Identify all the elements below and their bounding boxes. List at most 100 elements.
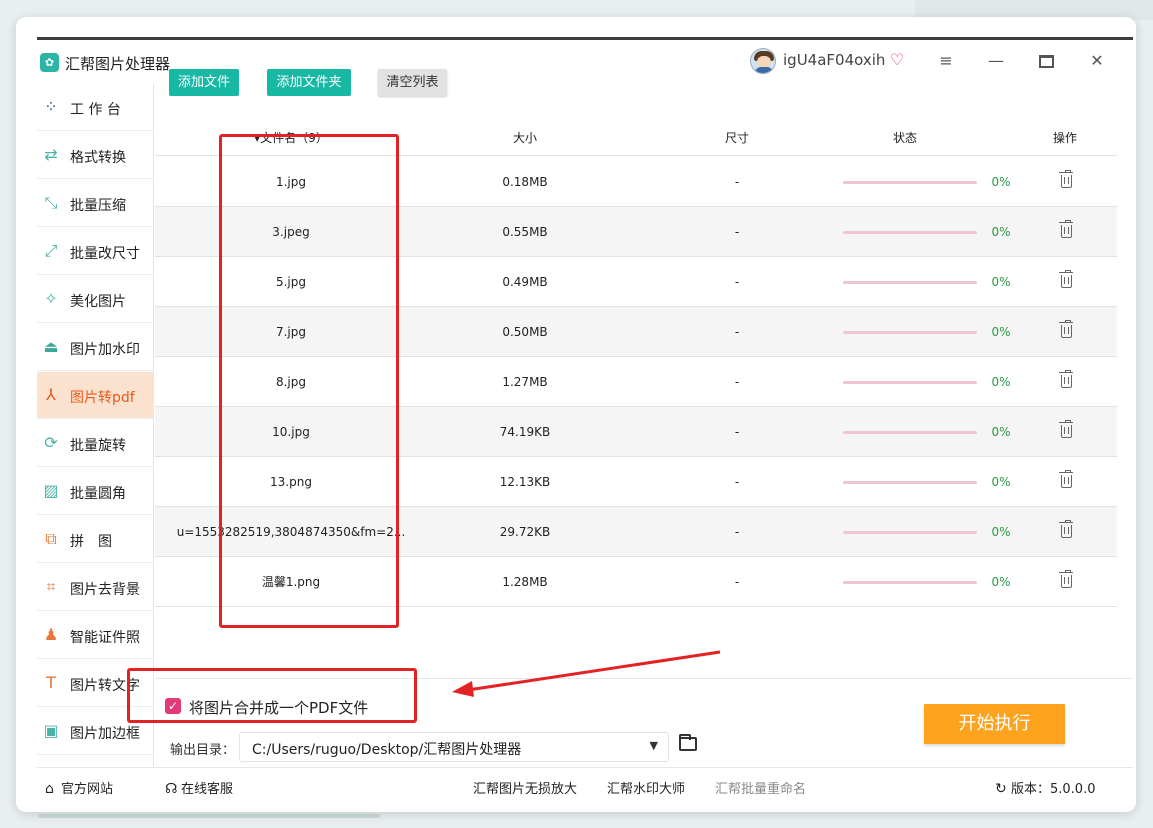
delete-button[interactable] [1051,407,1081,457]
product-link-watermark[interactable]: 汇帮水印大师 [607,778,685,797]
table-row[interactable]: 8.jpg 1.27MB - 0% [155,357,1117,407]
sidebar-item-8[interactable]: ⟳ 批量旋转 [37,420,154,467]
file-name: 5.jpg [275,275,307,289]
beautify-icon: ✧ [44,289,58,308]
header-size[interactable]: 大小 [463,106,587,156]
file-size: 0.55MB [502,225,548,239]
sidebar-item-label: 批量旋转 [70,438,126,454]
sidebar-item-4[interactable]: ⤢ 批量改尺寸 [37,228,154,275]
sidebar-item-1[interactable]: ⁘ 工 作 台 [37,84,154,131]
add-folder-button[interactable]: 添加文件夹 [267,69,351,96]
app-title: 汇帮图片处理器 [65,55,171,73]
minimize-icon[interactable]: — [984,50,1008,72]
delete-button[interactable] [1051,307,1081,357]
file-size: 0.18MB [502,175,548,189]
file-name: 温馨1.png [261,575,321,589]
table-row[interactable]: 温馨1.png 1.28MB - 0% [155,557,1117,607]
table-row[interactable]: u=1553282519,3804874350&fm=2... 29.72KB - 0… [155,507,1117,557]
delete-button[interactable] [1051,357,1081,407]
file-dimension: - [734,525,740,539]
version-info[interactable]: ↻ 版本：5.0.0.0 [995,778,1095,797]
delete-button[interactable] [1051,507,1081,557]
sidebar-item-3[interactable]: ⤡ 批量压缩 [37,180,154,227]
close-icon[interactable]: ✕ [1085,50,1109,72]
file-dimension: - [734,175,740,189]
add-file-button[interactable]: 添加文件 [169,69,239,96]
sidebar-item-14[interactable]: ▣ 图片加边框 [37,708,154,755]
file-name: 10.jpg [272,425,310,439]
table-row[interactable]: 1.jpg 0.18MB - 0% [155,157,1117,207]
progress-percent: 0% [991,225,1011,239]
app-window: ✿ 汇帮图片处理器 igU4aF04oxih ♡ ≡ — ✕ ⁘ 工 作 台 ⇄ 格式… [16,17,1136,812]
progress-percent: 0% [991,275,1011,289]
progress-percent: 0% [991,425,1011,439]
trash-icon [1058,219,1073,238]
delete-button[interactable] [1051,207,1081,257]
delete-button[interactable] [1051,557,1081,607]
file-dimension: - [734,225,740,239]
progress-percent: 0% [991,475,1011,489]
sidebar-item-2[interactable]: ⇄ 格式转换 [37,132,154,179]
sidebar-item-5[interactable]: ✧ 美化图片 [37,276,154,323]
header-filename[interactable]: ▾文件名（9） [165,106,417,156]
file-name: u=1553282519,3804874350&fm=2... [176,525,406,539]
progress-percent: 0% [991,575,1011,589]
trash-icon [1058,569,1073,588]
file-size: 74.19KB [499,425,551,439]
sidebar-item-13[interactable]: T 图片转文字 [37,660,154,707]
format-convert-icon: ⇄ [44,145,58,164]
sidebar-item-label: 拼 图 [70,534,112,550]
sidebar-item-label: 图片转pdf [70,390,135,406]
output-dir-select[interactable]: C:/Users/ruguo/Desktop/汇帮图片处理器 ▼ [239,732,669,762]
official-site-link[interactable]: ⌂ 官方网站 [45,778,113,797]
product-link-rename[interactable]: 汇帮批量重命名 [715,778,806,797]
file-size: 1.27MB [502,375,548,389]
online-service-label: 在线客服 [181,782,234,797]
crop-icon: ⌗ [46,577,56,596]
header-dimension[interactable]: 尺寸 [675,106,799,156]
vip-heart-icon[interactable]: ♡ [890,51,908,69]
sidebar-item-label: 批量圆角 [70,486,126,502]
online-service-link[interactable]: ☊ 在线客服 [165,778,233,797]
trash-icon [1058,319,1073,338]
table-row[interactable]: 5.jpg 0.49MB - 0% [155,257,1117,307]
file-name: 7.jpg [275,325,307,339]
footer: ⌂ 官方网站 ☊ 在线客服 汇帮图片无损放大 汇帮水印大师 汇帮批量重命名 ↻ 版本：… [37,767,1133,801]
file-name: 1.jpg [275,175,307,189]
avatar[interactable] [750,48,776,74]
table-row[interactable]: 13.png 12.13KB - 0% [155,457,1117,507]
menu-icon[interactable]: ≡ [934,50,958,72]
delete-button[interactable] [1051,157,1081,207]
product-link-upscale[interactable]: 汇帮图片无损放大 [473,778,577,797]
sidebar-item-7[interactable]: ⅄ 图片转pdf [37,372,154,419]
delete-button[interactable] [1051,257,1081,307]
file-size: 29.72KB [499,525,551,539]
table-header: ▾文件名（9） 大小 尺寸 状态 操作 [155,106,1117,156]
clear-list-button[interactable]: 清空列表 [378,69,447,96]
sidebar-item-10[interactable]: ⧉ 拼 图 [37,516,154,563]
sidebar-item-9[interactable]: ▨ 批量圆角 [37,468,154,515]
sidebar-item-12[interactable]: ♟ 智能证件照 [37,612,154,659]
username[interactable]: igU4aF04oxih [783,51,885,69]
sidebar-item-label: 格式转换 [70,150,126,166]
progress-bar [843,581,977,584]
merge-pdf-label[interactable]: 将图片合并成一个PDF文件 [189,697,368,718]
start-button[interactable]: 开始执行 [924,704,1065,744]
background-decoration [38,814,380,818]
maximize-icon[interactable] [1034,50,1058,72]
sidebar-item-6[interactable]: ⏏ 图片加水印 [37,324,154,371]
table-row[interactable]: 3.jpeg 0.55MB - 0% [155,207,1117,257]
rounded-corner-icon: ▨ [43,481,59,500]
table-row[interactable]: 7.jpg 0.50MB - 0% [155,307,1117,357]
merge-pdf-checkbox[interactable]: ✓ [165,698,181,714]
open-folder-icon[interactable] [679,734,697,751]
delete-button[interactable] [1051,457,1081,507]
trash-icon [1058,169,1073,188]
home-icon: ⌂ [45,781,54,797]
progress-percent: 0% [991,325,1011,339]
version-label: 版本：5.0.0.0 [1011,782,1096,797]
puzzle-icon: ⧉ [45,529,57,548]
table-row[interactable]: 10.jpg 74.19KB - 0% [155,407,1117,457]
sidebar-item-label: 智能证件照 [70,630,140,646]
sidebar-item-11[interactable]: ⌗ 图片去背景 [37,564,154,611]
